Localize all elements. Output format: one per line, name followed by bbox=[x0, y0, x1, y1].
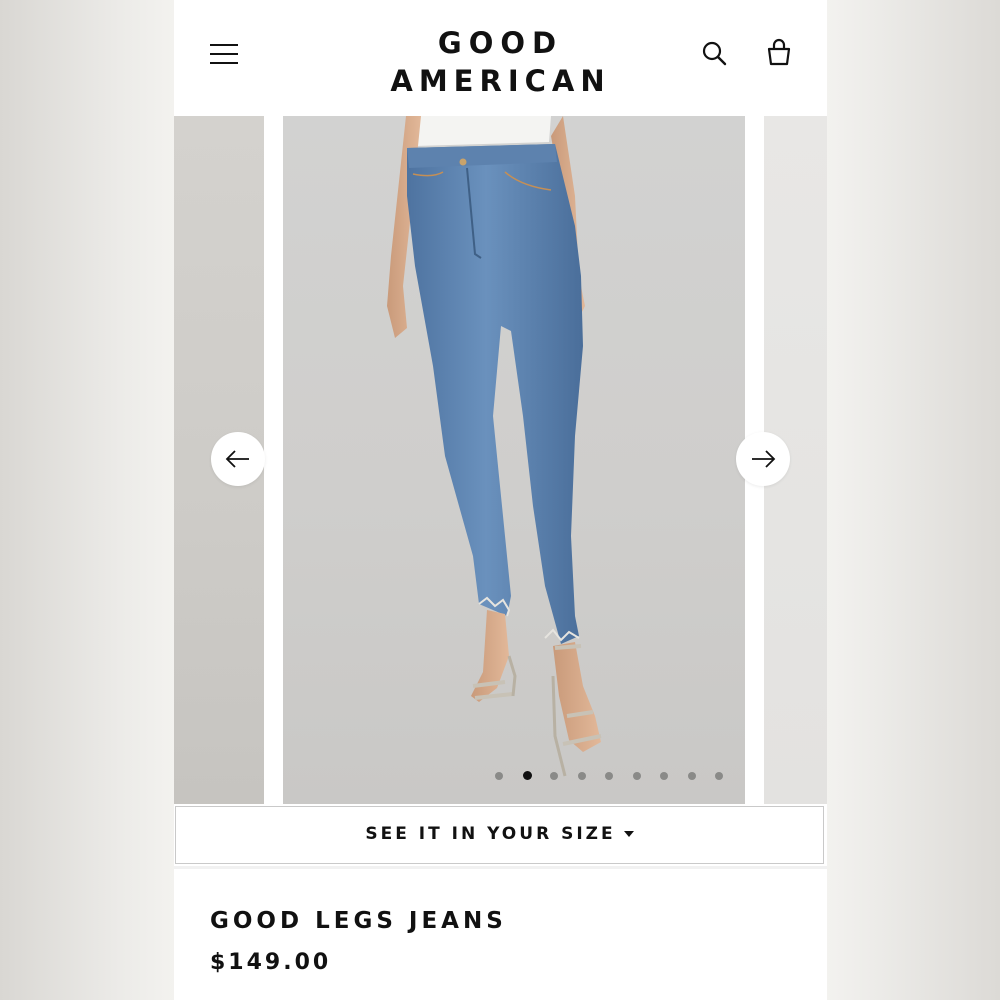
product-price: $149.00 bbox=[210, 950, 332, 975]
arrow-left-icon bbox=[225, 450, 249, 468]
see-it-in-your-size-button[interactable]: SEE IT IN YOUR SIZE bbox=[175, 806, 824, 864]
arrow-right-icon bbox=[752, 450, 776, 468]
carousel-dot[interactable] bbox=[495, 772, 503, 780]
carousel-dot[interactable] bbox=[550, 772, 558, 780]
shopping-bag-icon[interactable] bbox=[765, 38, 793, 68]
hamburger-menu-icon[interactable] bbox=[210, 44, 240, 66]
next-image-button[interactable] bbox=[736, 432, 790, 486]
carousel-dot[interactable] bbox=[687, 772, 696, 780]
brand-logo-line1: GOOD bbox=[437, 26, 564, 60]
carousel-dot[interactable] bbox=[715, 772, 723, 780]
product-title: GOOD LEGS JEANS bbox=[210, 908, 507, 934]
model-wearing-jeans-image bbox=[387, 116, 602, 777]
mobile-product-page: GOOD AMERICAN SEE IT IN YOUR SIZE GOOD L… bbox=[174, 0, 827, 1000]
carousel-dot[interactable] bbox=[605, 772, 613, 780]
site-header: GOOD AMERICAN bbox=[174, 0, 827, 116]
carousel-pagination bbox=[495, 771, 735, 782]
caret-down-icon bbox=[623, 831, 634, 837]
carousel-dot[interactable] bbox=[660, 772, 668, 780]
product-image-carousel[interactable] bbox=[174, 116, 827, 804]
divider bbox=[174, 866, 827, 869]
search-icon[interactable] bbox=[701, 40, 729, 68]
carousel-dot[interactable] bbox=[632, 772, 641, 780]
carousel-dot[interactable] bbox=[577, 772, 586, 780]
brand-logo-line2: AMERICAN bbox=[390, 64, 611, 98]
carousel-dot-active[interactable] bbox=[522, 771, 532, 780]
size-button-label: SEE IT IN YOUR SIZE bbox=[365, 824, 616, 844]
previous-image-button[interactable] bbox=[211, 432, 265, 486]
product-image[interactable] bbox=[283, 116, 745, 804]
brand-logo[interactable]: GOOD AMERICAN bbox=[354, 24, 647, 100]
